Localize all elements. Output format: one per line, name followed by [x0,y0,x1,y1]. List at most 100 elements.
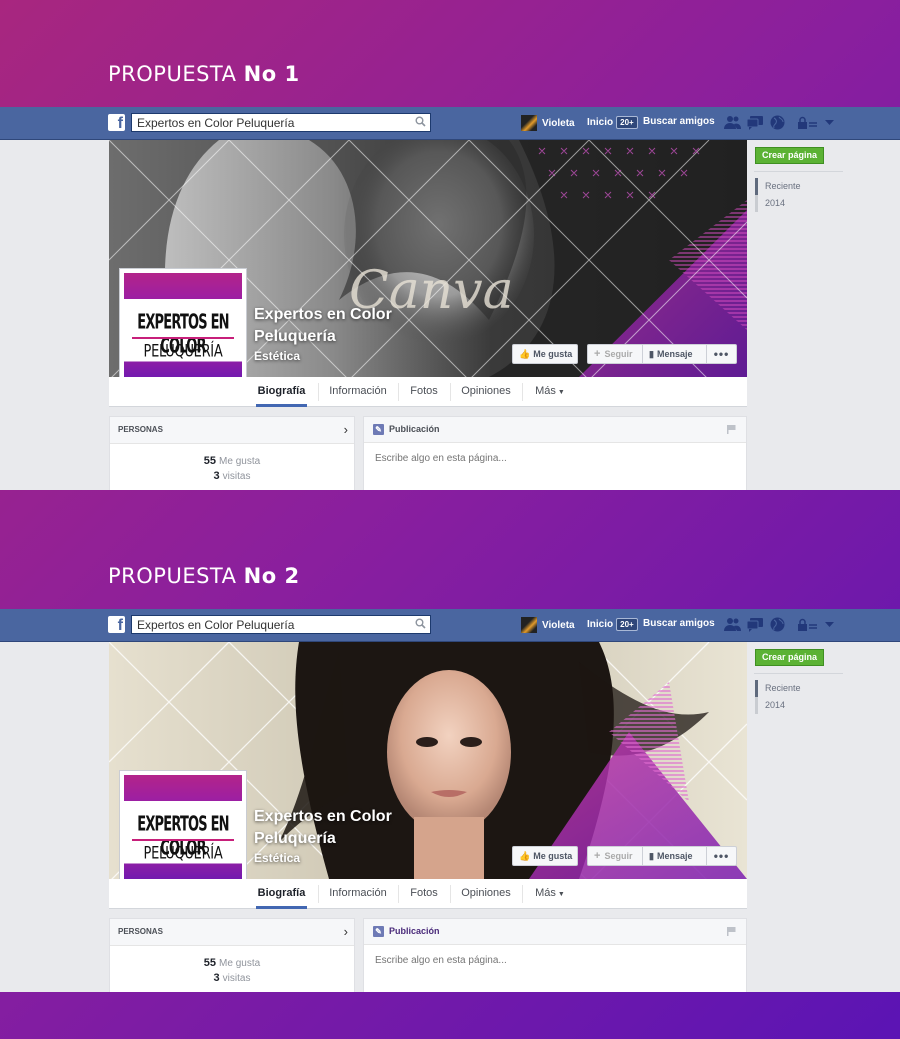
post-composer: ✎ Publicación [363,416,747,490]
tab-opiniones[interactable]: Opiniones [461,377,511,407]
messages-icon[interactable] [747,617,764,632]
avatar [521,617,537,633]
post-composer: ✎ Publicación [363,918,747,992]
plus-icon: + [594,850,601,862]
friends-icon[interactable] [724,617,741,632]
caret-down-icon[interactable] [825,119,834,126]
flag-icon[interactable] [727,425,736,434]
find-friends-link[interactable]: Buscar amigos [643,116,715,127]
facebook-page-mockup: f Violeta Inicio 20+ Buscar amigos [0,107,900,490]
tab-biografia[interactable]: Biografía [256,377,307,407]
proposal-title: PROPUESTA No 2 [108,564,300,588]
people-header[interactable]: PERSONAS › [110,919,354,946]
message-button[interactable]: ▮ Mensaje [643,344,707,364]
search-box [131,615,431,634]
thumbs-up-icon: 👍 [519,348,531,359]
create-page-button[interactable]: Crear página [755,147,824,164]
caret-down-icon: ▼ [557,389,565,396]
timeline-item-2014[interactable]: 2014 [755,195,801,212]
proposal-title: PROPUESTA No 1 [108,62,300,86]
friends-icon[interactable] [724,115,741,130]
tab-fotos[interactable]: Fotos [409,879,439,909]
message-button[interactable]: ▮ Mensaje [643,846,707,866]
user-name: Violeta [542,619,575,631]
messages-icon[interactable] [747,115,764,130]
composer-input[interactable] [373,954,737,967]
create-page-button[interactable]: Crear página [755,649,824,666]
globe-icon[interactable] [770,617,785,632]
more-options-button[interactable]: ••• [707,344,737,364]
top-bar-icons [724,115,834,130]
right-column: Crear página Reciente 2014 [754,649,843,714]
notification-count-badge: 20+ [616,116,638,129]
flag-icon[interactable] [727,927,736,936]
follow-button[interactable]: + Seguir [587,344,643,364]
caret-down-icon: ▼ [557,891,565,898]
tab-opiniones[interactable]: Opiniones [461,879,511,909]
tab-mas[interactable]: Más ▼ [534,879,566,909]
plus-icon: + [594,348,601,360]
find-friends-link[interactable]: Buscar amigos [643,618,715,629]
chevron-right-icon[interactable]: › [344,417,348,443]
tab-informacion[interactable]: Información [329,879,387,909]
page-tabs: Biografía Información Fotos Opiniones Má… [109,377,747,407]
likes-stat: 55 Me gusta [203,455,261,467]
tab-mas[interactable]: Más ▼ [534,377,566,407]
nav-profile-link[interactable]: Violeta [521,115,575,131]
timeline-item-2014[interactable]: 2014 [755,697,801,714]
page-category[interactable]: Estética [254,349,300,363]
pencil-icon: ✎ [373,926,384,937]
brand-logo: EXPERTOS EN COLOR PELUQUERÍA [124,273,242,391]
more-options-button[interactable]: ••• [707,846,737,866]
facebook-logo-icon[interactable]: f [108,616,125,634]
nav-home-link[interactable]: Inicio 20+ [587,618,638,631]
likes-stat: 55 Me gusta [203,957,261,969]
page-tabs: Biografía Información Fotos Opiniones Má… [109,879,747,909]
visits-stat: 3 visitas [213,972,251,984]
brand-logo: EXPERTOS EN COLOR PELUQUERÍA [124,775,242,893]
page-title[interactable]: Expertos en Color Peluquería [254,304,454,348]
notification-count-badge: 20+ [616,618,638,631]
people-header[interactable]: PERSONAS › [110,417,354,444]
facebook-top-bar: f Violeta Inicio 20+ Buscar amigos [0,107,900,140]
composer-header[interactable]: ✎ Publicación [364,919,746,945]
composer-header[interactable]: ✎ Publicación [364,417,746,443]
search-icon[interactable] [415,618,426,629]
search-input[interactable] [132,115,407,131]
page-category[interactable]: Estética [254,851,300,865]
message-icon: ▮ [649,850,654,861]
tab-biografia[interactable]: Biografía [256,879,307,909]
timeline-item-recent[interactable]: Reciente [755,178,801,195]
cover-actions: 👍 Me gusta + Seguir ▮ Mensaje ••• [512,344,737,364]
thumbs-up-icon: 👍 [519,850,531,861]
search-icon[interactable] [415,116,426,127]
page-title[interactable]: Expertos en Color Peluquería [254,806,454,850]
search-box [131,113,431,132]
follow-button[interactable]: + Seguir [587,846,643,866]
facebook-top-bar: f Violeta Inicio 20+ Buscar amigos [0,609,900,642]
avatar [521,115,537,131]
nav-home-link[interactable]: Inicio 20+ [587,116,638,129]
search-input[interactable] [132,617,407,633]
composer-input[interactable] [373,452,737,465]
globe-icon[interactable] [770,115,785,130]
timeline-item-recent[interactable]: Reciente [755,680,801,697]
nav-profile-link[interactable]: Violeta [521,617,575,633]
user-name: Violeta [542,117,575,129]
tab-informacion[interactable]: Información [329,377,387,407]
people-box: PERSONAS › 55 Me gusta 3 visitas [109,918,355,992]
cover-actions: 👍 Me gusta + Seguir ▮ Mensaje ••• [512,846,737,866]
facebook-logo-icon[interactable]: f [108,114,125,132]
caret-down-icon[interactable] [825,621,834,628]
like-button[interactable]: 👍 Me gusta [512,344,578,364]
timeline-nav: Reciente 2014 [755,680,801,714]
timeline-nav: Reciente 2014 [755,178,801,212]
like-button[interactable]: 👍 Me gusta [512,846,578,866]
message-icon: ▮ [649,348,654,359]
lock-icon[interactable] [797,618,819,632]
lock-icon[interactable] [797,116,819,130]
people-box: PERSONAS › 55 Me gusta 3 visitas [109,416,355,490]
chevron-right-icon[interactable]: › [344,919,348,945]
tab-fotos[interactable]: Fotos [409,377,439,407]
top-bar-icons [724,617,834,632]
